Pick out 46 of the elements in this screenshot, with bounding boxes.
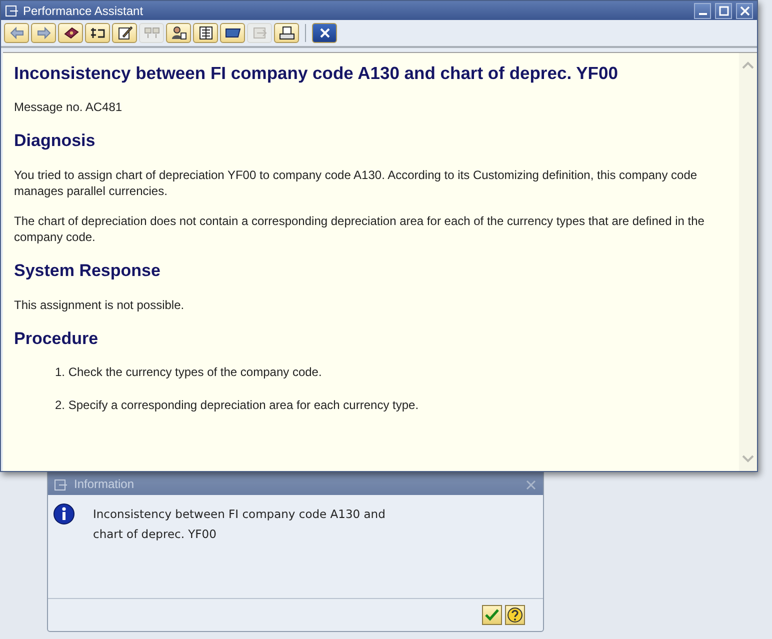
window-icon	[54, 479, 68, 491]
message-number: Message no. AC481	[14, 99, 124, 115]
close-icon	[740, 6, 750, 16]
checkmark-icon	[485, 609, 499, 621]
window-title: Performance Assistant	[23, 4, 144, 18]
procedure-step: 2. Specify a corresponding depreciation area for each currency type.	[55, 398, 709, 412]
paragraph: The chart of depreciation does not contain a corresponding depreciation area for each of the currency types that are defined in the company code.	[14, 213, 706, 245]
arrow-left-icon	[8, 26, 24, 40]
toolbar-button[interactable]	[166, 23, 191, 43]
document-icon	[198, 26, 214, 40]
folder-icon	[224, 26, 240, 40]
confirm-button[interactable]	[482, 605, 502, 625]
user-icon	[170, 26, 186, 40]
paragraph: This assignment is not possible.	[14, 297, 186, 313]
message-text: Inconsistency between FI company code A130 and	[93, 507, 386, 521]
maximize-icon	[718, 6, 728, 16]
close-button[interactable]	[736, 2, 753, 18]
section-heading: System Response	[14, 261, 162, 281]
minimize-button[interactable]	[694, 2, 711, 18]
dialog-title: Information	[74, 477, 136, 491]
toolbar-button[interactable]	[193, 23, 218, 43]
toolbar-button[interactable]	[58, 23, 83, 43]
paragraph: You tried to assign chart of depreciation YF00 to company code A130. According to its Customizing definition, this company code manages parallel currencies.	[14, 167, 698, 199]
toolbar-button[interactable]	[112, 23, 137, 43]
compare-icon	[144, 26, 160, 40]
message-title: Inconsistency between FI company code A130 and chart of deprec. YF00	[14, 63, 619, 84]
book-icon	[62, 26, 78, 40]
message-text: chart of deprec. YF00	[93, 527, 218, 541]
window-icon	[5, 4, 19, 16]
toolbar-button[interactable]	[274, 23, 299, 43]
toolbar-button[interactable]	[220, 23, 245, 43]
toolbar-button[interactable]	[85, 23, 110, 43]
export-icon	[252, 26, 268, 40]
arrow-right-icon	[36, 26, 52, 40]
maximize-button[interactable]	[715, 2, 732, 18]
printer-icon	[278, 26, 294, 40]
pencil-icon	[116, 26, 132, 40]
help-button[interactable]	[505, 605, 525, 625]
toolbar-button[interactable]	[312, 23, 337, 43]
info-icon	[53, 503, 75, 525]
structure-icon	[90, 26, 106, 40]
question-icon	[507, 607, 523, 623]
section-heading: Diagnosis	[14, 131, 96, 151]
minimize-icon	[698, 13, 706, 15]
procedure-step: 1. Check the currency types of the company code.	[55, 365, 709, 379]
section-heading: Procedure	[14, 329, 100, 349]
